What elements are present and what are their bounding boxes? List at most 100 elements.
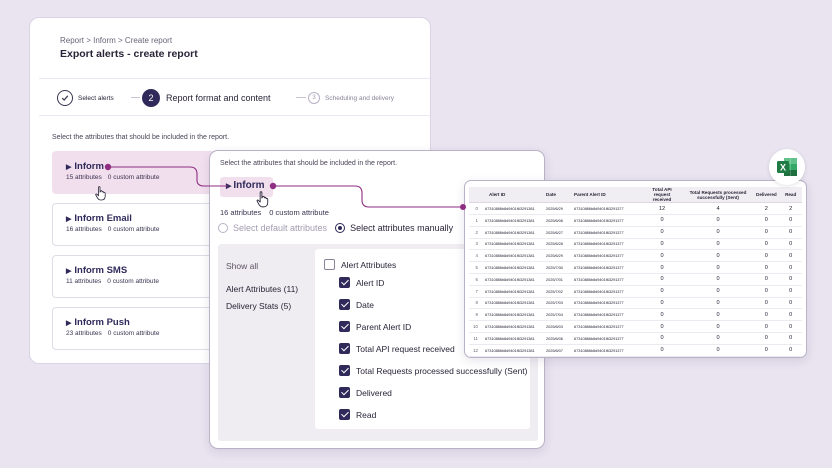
triangle-right-icon: ▶ <box>66 320 72 327</box>
table-cell: 0 <box>683 261 753 274</box>
table-cell: 0 <box>641 285 683 298</box>
column-header: Total API request received <box>641 187 683 204</box>
checkbox-total-requests-sent[interactable]: Total Requests processed successfully (S… <box>339 365 528 376</box>
category-inform[interactable]: ▶ Inform 15 attributes 0 custom attribute <box>52 151 222 194</box>
table-row: 1 67310886b8d9401f63291381 2025/6/06 673108… <box>469 214 802 227</box>
attribute-count: 11 attributes <box>66 278 102 285</box>
table-cell: 2025/7/03 <box>543 297 571 310</box>
column-header: Delivered <box>753 187 780 204</box>
checkbox-checked-icon <box>339 299 350 310</box>
table-cell: 0 <box>753 249 780 263</box>
table-cell: 67310886b8d9401f63291377 <box>571 273 641 286</box>
checkbox-total-api-requests[interactable]: Total API request received <box>339 343 455 354</box>
table-cell: 0 <box>641 261 683 274</box>
checkbox-alert-attributes[interactable]: Alert Attributes <box>324 259 396 270</box>
table-cell: 0 <box>753 344 780 357</box>
table-cell: 11 <box>469 332 481 345</box>
table-cell: 2025/6/06 <box>543 332 571 345</box>
group-delivery-stats[interactable]: Delivery Stats (5) <box>226 301 291 311</box>
table-cell: 67310886b8d9401f63291381 <box>481 261 543 274</box>
table-cell: 67310886b8d9401f63291381 <box>481 308 543 322</box>
custom-attribute-count: 0 custom attribute <box>107 278 159 285</box>
table-row: 3 67310886b8d9401f63291381 2025/6/28 673108… <box>469 238 802 251</box>
table-cell: 0 <box>641 320 683 333</box>
step-label: Scheduling and delivery <box>325 94 395 102</box>
category-inform-push[interactable]: ▶ Inform Push 23 attributes 0 custom attri… <box>52 307 222 350</box>
instruction-text: Select the attributes that should be inc… <box>220 160 398 167</box>
table-cell: 0 <box>779 226 802 239</box>
group-alert-attributes[interactable]: Alert Attributes (11) <box>226 284 298 294</box>
table-cell: 67310886b8d9401f63291377 <box>571 214 641 227</box>
table-cell: 0 <box>753 320 780 333</box>
radio-circle-icon <box>218 223 228 233</box>
radio-default-attributes[interactable]: Select default attributes <box>218 223 327 233</box>
table-cell: 67310886b8d9401f63291381 <box>481 238 543 251</box>
table-cell: 0 <box>683 273 753 286</box>
table-cell: 67310886b8d9401f63291381 <box>481 285 543 298</box>
show-all-link[interactable]: Show all <box>226 261 258 271</box>
checkbox-checked-icon <box>339 365 350 376</box>
step-report-format[interactable]: 2 Report format and content <box>142 79 271 117</box>
column-header: Parent Alert ID <box>571 187 641 204</box>
checkbox-parent-alert-id[interactable]: Parent Alert ID <box>339 321 411 332</box>
table-cell: 0 <box>779 273 802 286</box>
table-cell: 67310886b8d9401f63291377 <box>571 308 641 322</box>
table-row: 4 67310886b8d9401f63291381 2025/6/29 673108… <box>469 249 802 263</box>
table-row: 10 67310886b8d9401f63291381 2025/6/03 67310… <box>469 320 802 333</box>
custom-attribute-count: 0 custom attribute <box>107 174 160 181</box>
category-inform-email[interactable]: ▶ Inform Email 16 attributes 0 custom attr… <box>52 203 222 246</box>
checkbox-label: Total Requests processed successfully (S… <box>356 365 528 376</box>
table-cell: 67310886b8d9401f63291377 <box>571 249 641 263</box>
table-cell: 67310886b8d9401f63291381 <box>481 332 543 345</box>
checkbox-read[interactable]: Read <box>339 409 376 420</box>
step-select-alerts[interactable]: Select alerts <box>57 79 114 117</box>
triangle-right-icon: ▶ <box>66 216 72 223</box>
table-body: 0 67310886b8d9401f63291381 2025/6/29 673108… <box>469 202 802 357</box>
table-cell: 7 <box>469 285 481 298</box>
table-cell: 67310886b8d9401f63291377 <box>571 297 641 310</box>
table-cell: 2025/6/28 <box>543 238 571 251</box>
table-cell: 0 <box>641 226 683 239</box>
table-row: 9 67310886b8d9401f63291381 2025/7/04 673108… <box>469 308 802 322</box>
table-cell: 0 <box>683 249 753 263</box>
radio-manual-attributes[interactable]: Select attributes manually <box>335 223 453 233</box>
table-cell: 67310886b8d9401f63291381 <box>481 273 543 286</box>
checkbox-date[interactable]: Date <box>339 299 374 310</box>
table-row: 8 67310886b8d9401f63291381 2025/7/03 673108… <box>469 297 802 310</box>
step-scheduling[interactable]: 3 Scheduling and delivery <box>308 79 394 117</box>
column-header: Alert ID <box>481 187 543 204</box>
checkbox-delivered[interactable]: Delivered <box>339 387 392 398</box>
column-header: Read <box>779 187 802 204</box>
table-cell: 12 <box>469 344 481 357</box>
table-cell: 2025/6/03 <box>543 320 571 333</box>
attribute-count: 16 attributes <box>66 226 102 233</box>
table-cell: 0 <box>753 297 780 310</box>
table-cell: 0 <box>683 332 753 345</box>
checkbox-checked-icon <box>339 343 350 354</box>
checkbox-label: Alert ID <box>356 277 385 288</box>
table-cell: 67310886b8d9401f63291381 <box>481 214 543 227</box>
table-header-row: Alert ID Date Parent Alert ID Total API … <box>469 187 802 204</box>
table-cell: 0 <box>779 320 802 333</box>
table-cell: 67310886b8d9401f63291377 <box>571 344 641 357</box>
attribute-count: 16 attributes <box>220 208 262 217</box>
table-cell: 0 <box>779 249 802 263</box>
category-inform-sms[interactable]: ▶ Inform SMS 11 attributes 0 custom attrib… <box>52 255 222 298</box>
radio-label: Select attributes manually <box>350 223 454 233</box>
table-row: 0 67310886b8d9401f63291381 2025/6/29 673108… <box>469 202 802 215</box>
table-cell: 0 <box>753 261 780 274</box>
step-label: Report format and content <box>166 93 271 103</box>
table-row: 2 67310886b8d9401f63291381 2025/6/27 673108… <box>469 226 802 239</box>
breadcrumb[interactable]: Report > Inform > Create report <box>60 36 172 45</box>
table-cell: 3 <box>469 238 481 251</box>
column-header <box>469 187 481 204</box>
table-cell: 4 <box>683 202 753 215</box>
instruction-text: Select the attributes that should be inc… <box>52 134 230 141</box>
excel-badge: X <box>769 149 805 185</box>
attribute-count: 23 attributes <box>66 330 102 337</box>
table-cell: 0 <box>779 308 802 322</box>
table-cell: 2025/7/02 <box>543 285 571 298</box>
table-cell: 0 <box>753 214 780 227</box>
checkbox-alert-id[interactable]: Alert ID <box>339 277 384 288</box>
table-cell: 0 <box>641 214 683 227</box>
